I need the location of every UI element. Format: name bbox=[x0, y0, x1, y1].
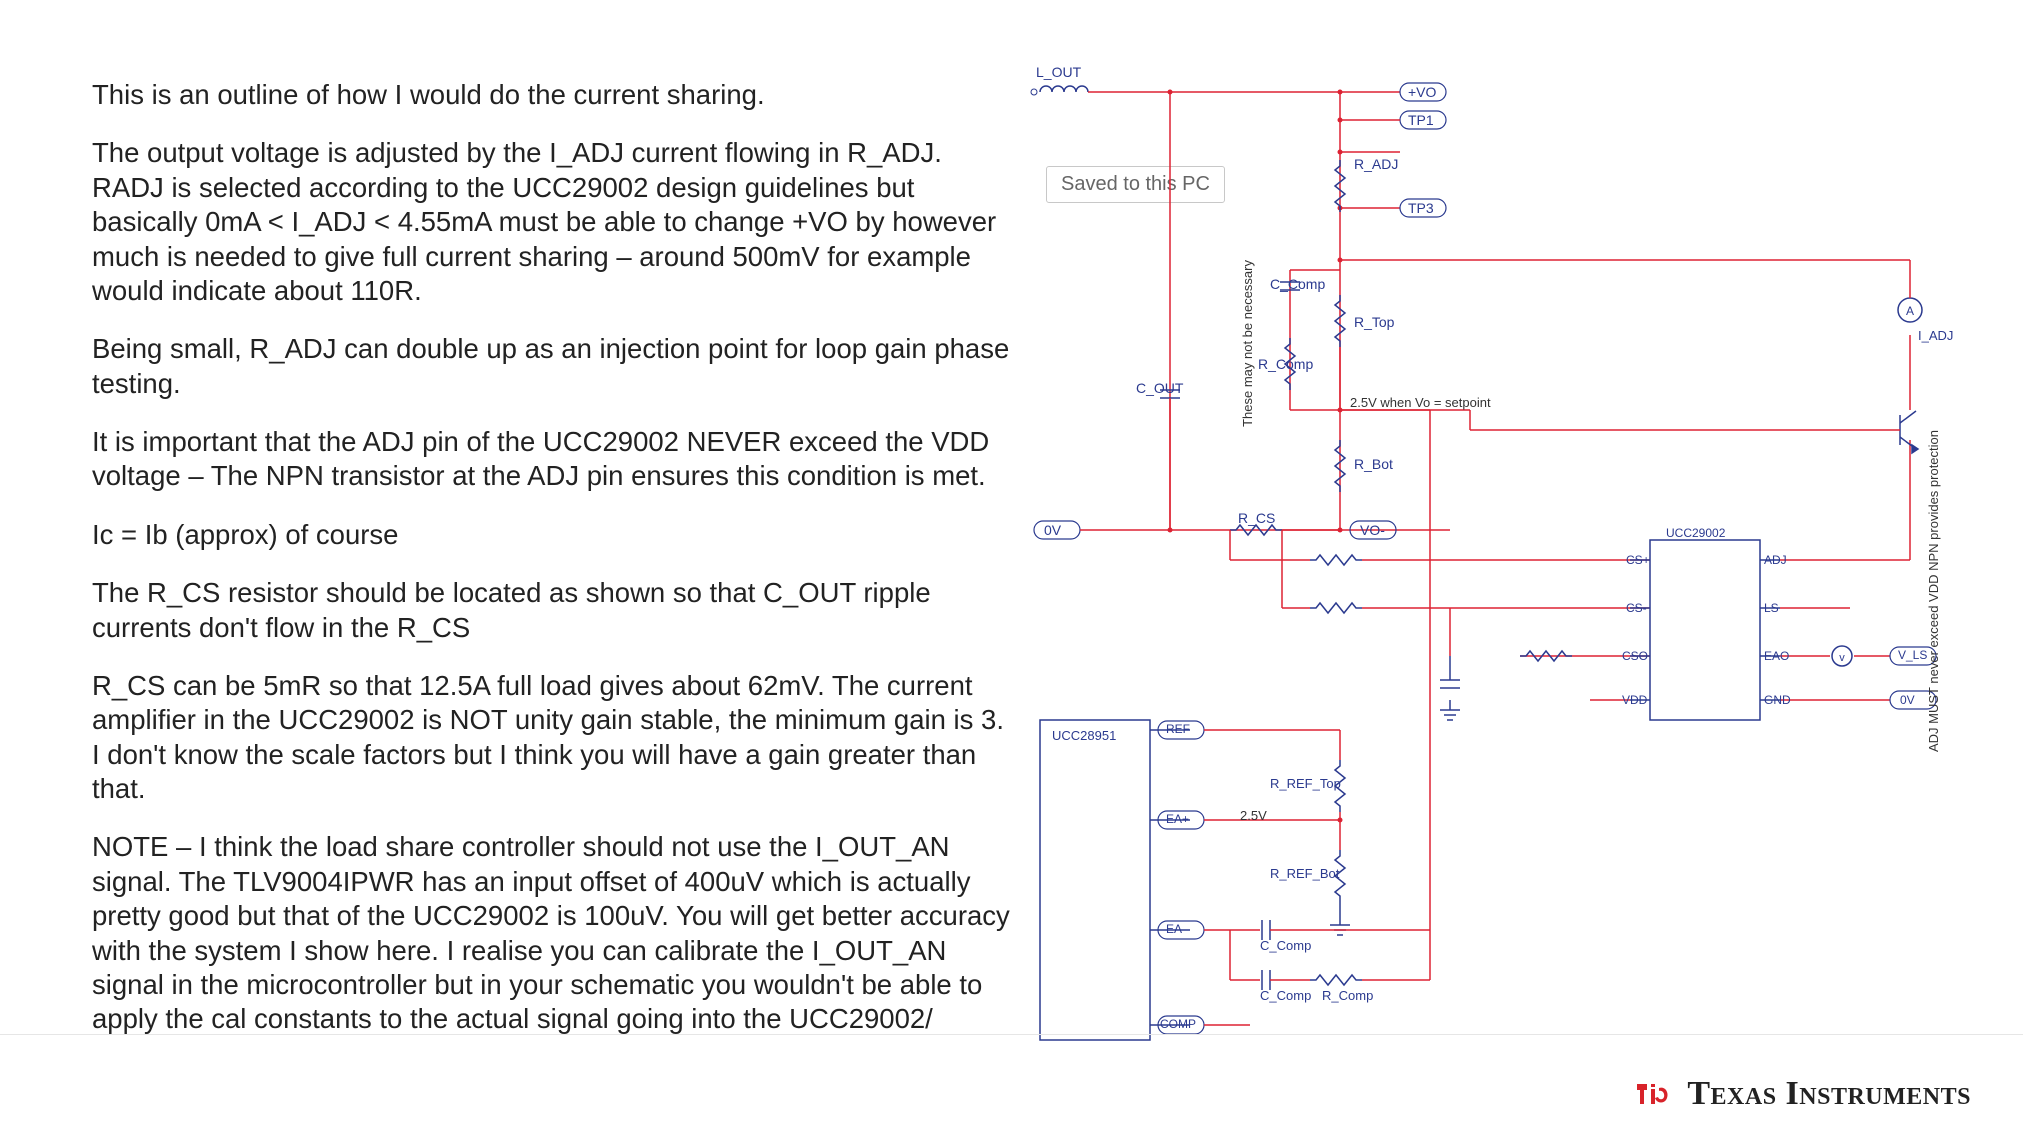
net-v-ls: V_LS bbox=[1898, 648, 1927, 662]
pin-ean: EA- bbox=[1166, 922, 1186, 936]
brand-footer: Texas Instruments bbox=[1633, 1075, 1971, 1113]
pin-ls: LS bbox=[1764, 601, 1779, 615]
note-maybe: These may not be necessary bbox=[1240, 260, 1255, 427]
paragraph: Being small, R_ADJ can double up as an i… bbox=[92, 332, 1012, 401]
footer-divider bbox=[0, 1034, 2023, 1035]
comp-r-adj: R_ADJ bbox=[1354, 156, 1398, 172]
schematic-diagram: A v bbox=[1030, 60, 1945, 1050]
schematic-svg: A v bbox=[1030, 60, 1945, 1050]
note-npn: ADJ MUST never exceed VDD NPN provides p… bbox=[1926, 430, 1941, 752]
comp-r-ref-bot: R_REF_Bot bbox=[1270, 866, 1339, 881]
comp-r-top: R_Top bbox=[1354, 314, 1394, 330]
comp-c-comp-2: C_Comp bbox=[1260, 938, 1311, 953]
pin-cso: CSO bbox=[1622, 649, 1648, 663]
comp-c-comp-3: C_Comp bbox=[1260, 988, 1311, 1003]
pin-csp: CS+ bbox=[1626, 553, 1650, 567]
paragraph: R_CS can be 5mR so that 12.5A full load … bbox=[92, 669, 1012, 807]
paragraph: This is an outline of how I would do the… bbox=[92, 78, 1012, 112]
pin-ref: REF bbox=[1166, 722, 1190, 736]
comp-c-out: C_OUT bbox=[1136, 380, 1183, 396]
paragraph: NOTE – I think the load share controller… bbox=[92, 830, 1012, 1036]
comp-r-bot: R_Bot bbox=[1354, 456, 1393, 472]
note-ea-plus: 2.5V bbox=[1240, 808, 1267, 823]
comp-c-comp: C_Comp bbox=[1270, 276, 1325, 292]
net-tp1: TP1 bbox=[1408, 112, 1434, 128]
comp-r-ref-top: R_REF_Top bbox=[1270, 776, 1341, 791]
comp-r-comp-2: R_Comp bbox=[1322, 988, 1373, 1003]
pin-eap: EA+ bbox=[1166, 812, 1189, 826]
comp-r-cs: R_CS bbox=[1238, 510, 1275, 526]
net-i-adj: I_ADJ bbox=[1918, 328, 1953, 343]
net-vo-minus: VO- bbox=[1360, 522, 1385, 538]
net-0v-left: 0V bbox=[1044, 522, 1061, 538]
comp-r-comp: R_Comp bbox=[1258, 356, 1313, 372]
paragraph: Ic = Ib (approx) of course bbox=[92, 518, 1012, 552]
pin-vdd: VDD bbox=[1622, 693, 1647, 707]
chip-ucc29002: UCC29002 bbox=[1666, 526, 1725, 540]
pin-comp: COMP bbox=[1160, 1017, 1196, 1031]
pin-csn: CS- bbox=[1626, 601, 1647, 615]
slide: This is an outline of how I would do the… bbox=[0, 0, 2023, 1139]
paragraph: The R_CS resistor should be located as s… bbox=[92, 576, 1012, 645]
pin-adj: ADJ bbox=[1764, 553, 1787, 567]
net-l-out: L_OUT bbox=[1036, 64, 1081, 80]
net-0v-right: 0V bbox=[1900, 693, 1915, 707]
pin-eao: EAO bbox=[1764, 649, 1789, 663]
paragraph: It is important that the ADJ pin of the … bbox=[92, 425, 1012, 494]
pin-gnd: GND bbox=[1764, 693, 1791, 707]
ti-logo-icon bbox=[1633, 1078, 1673, 1110]
chip-ucc28951: UCC28951 bbox=[1052, 728, 1116, 743]
net-vo-plus: +VO bbox=[1408, 84, 1436, 100]
note-setpoint: 2.5V when Vo = setpoint bbox=[1350, 395, 1491, 410]
body-text: This is an outline of how I would do the… bbox=[92, 78, 1012, 1061]
brand-name: Texas Instruments bbox=[1687, 1075, 1971, 1113]
net-tp3: TP3 bbox=[1408, 200, 1434, 216]
paragraph: The output voltage is adjusted by the I_… bbox=[92, 136, 1012, 308]
